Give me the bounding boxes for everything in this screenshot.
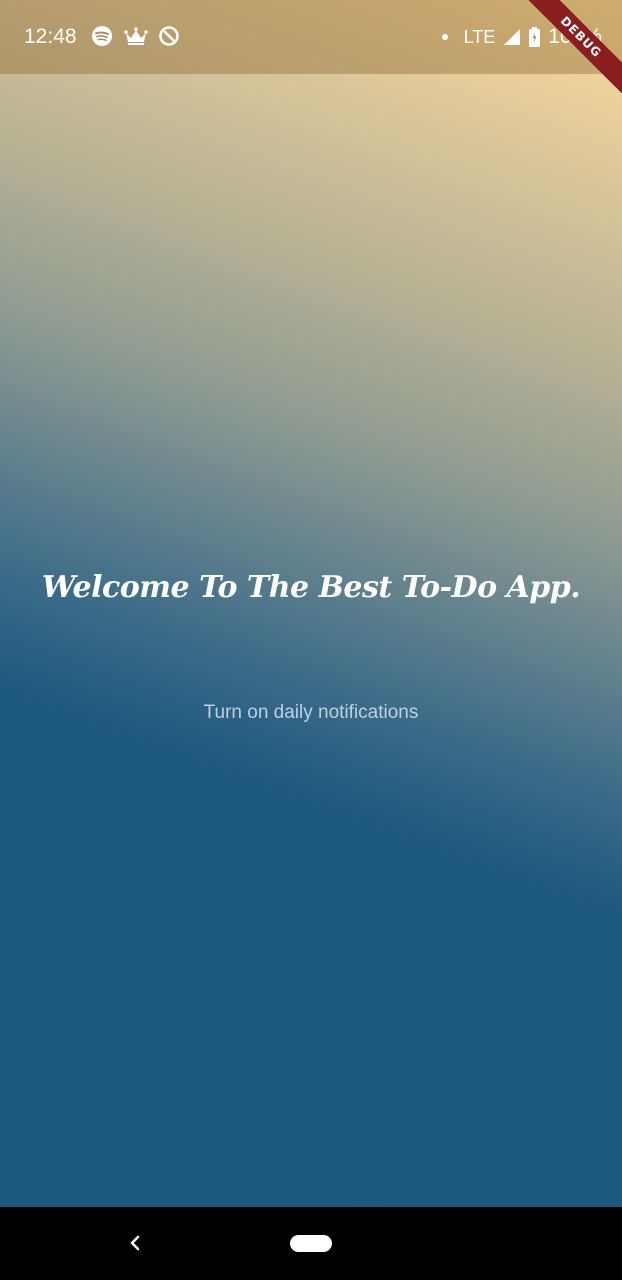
turn-on-notifications-button[interactable]: Turn on daily notifications	[0, 700, 622, 726]
status-time: 12:48	[24, 25, 77, 48]
navigation-bar	[0, 1207, 622, 1280]
app-screen: 12:48 LTE 100% DEBUG Welcome To The Best…	[0, 0, 622, 1207]
sync-icon	[159, 26, 179, 46]
signal-icon	[504, 29, 521, 45]
notification-dot-icon	[441, 34, 448, 40]
spotify-icon	[92, 26, 112, 46]
back-icon[interactable]	[124, 1229, 146, 1257]
home-pill-icon[interactable]	[290, 1235, 332, 1252]
battery-icon	[529, 27, 541, 47]
network-type-label: LTE	[463, 26, 496, 47]
welcome-title: Welcome To The Best To-Do App.	[41, 570, 581, 605]
status-bar: 12:48 LTE 100%	[0, 0, 622, 74]
crown-icon	[124, 27, 148, 45]
status-right-group: LTE 100%	[441, 24, 602, 50]
battery-percent: 100%	[548, 25, 602, 48]
